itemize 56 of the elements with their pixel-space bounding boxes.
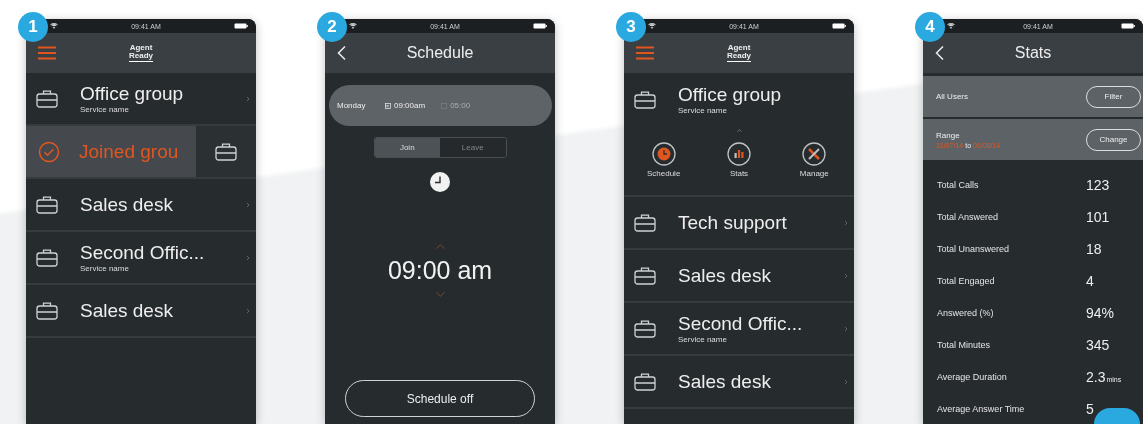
time-value: 09:00 am [387, 256, 493, 284]
group-name: Tech support [678, 211, 788, 234]
stat-label: Total Engaged [936, 276, 996, 286]
app-logo: Agent Ready [129, 44, 153, 62]
service-name: Service name [678, 105, 728, 115]
join-time: 09:00am [394, 101, 426, 110]
range-label: Range [936, 130, 961, 140]
screen-title: Schedule [406, 44, 474, 62]
action-button[interactable]: Schedule [626, 142, 702, 178]
stat-label: Average Duration [936, 372, 1008, 382]
group-row[interactable]: Sales desk [624, 356, 854, 409]
stat-label: Answered (%) [936, 308, 995, 318]
step-badge: 3 [616, 12, 646, 42]
group-row[interactable]: Sales desk [26, 179, 256, 232]
step-badge: 2 [317, 12, 347, 42]
stat-label: Total Minutes [936, 340, 992, 350]
stat-value: 94% [1086, 305, 1115, 321]
stat-label: Average Answer Time [936, 404, 1026, 414]
action-button[interactable]: Manage [776, 142, 852, 178]
stat-label: Total Calls [936, 180, 980, 190]
stat-label: Total Answered [936, 212, 1000, 222]
group-row[interactable]: Second Offic... Service name [26, 232, 256, 285]
day-name: Monday [337, 101, 367, 110]
leave-time: 05:00 [450, 101, 471, 110]
filter-label: All Users [936, 92, 968, 101]
group-row[interactable]: Sales desk [624, 250, 854, 303]
stat-value: 4 [1086, 273, 1094, 289]
group-name: Office group [678, 83, 783, 106]
group-name: Sales desk [678, 264, 772, 287]
group-name: Second Offic... [678, 313, 804, 335]
schedule-day-row[interactable]: Monday 09:00am 05:00 [329, 85, 552, 126]
service-name: Service name [678, 335, 728, 344]
group-name: Joined grou [79, 140, 179, 163]
action-button[interactable]: Stats [701, 142, 777, 178]
group-row[interactable]: Office group Service name [624, 73, 854, 125]
step-badge: 4 [915, 12, 945, 42]
step-badge: 1 [18, 12, 48, 42]
stat-value: 101 [1086, 209, 1110, 225]
screen-title: Stats [1014, 44, 1052, 62]
service-name: Service name [80, 264, 130, 273]
stat-value: 5 [1086, 401, 1094, 417]
group-name: Sales desk [80, 299, 174, 322]
group-row[interactable]: Tech support [624, 197, 854, 250]
group-name: Sales desk [80, 193, 174, 216]
group-name: Office group [80, 83, 185, 105]
group-row[interactable]: Sales desk [26, 285, 256, 338]
group-name: Sales desk [678, 370, 772, 393]
stat-value: 345 [1086, 337, 1110, 353]
group-row[interactable]: Second Offic... Service name [624, 303, 854, 356]
service-name: Service name [80, 105, 130, 114]
app-logo: Agent Ready [727, 44, 751, 62]
segment-tab[interactable]: Join [374, 138, 440, 157]
stat-value: 18 [1086, 241, 1102, 257]
stat-label: Total Unanswered [936, 244, 1011, 254]
group-name: Second Offic... [80, 242, 206, 264]
stat-value: 123 [1086, 177, 1110, 193]
